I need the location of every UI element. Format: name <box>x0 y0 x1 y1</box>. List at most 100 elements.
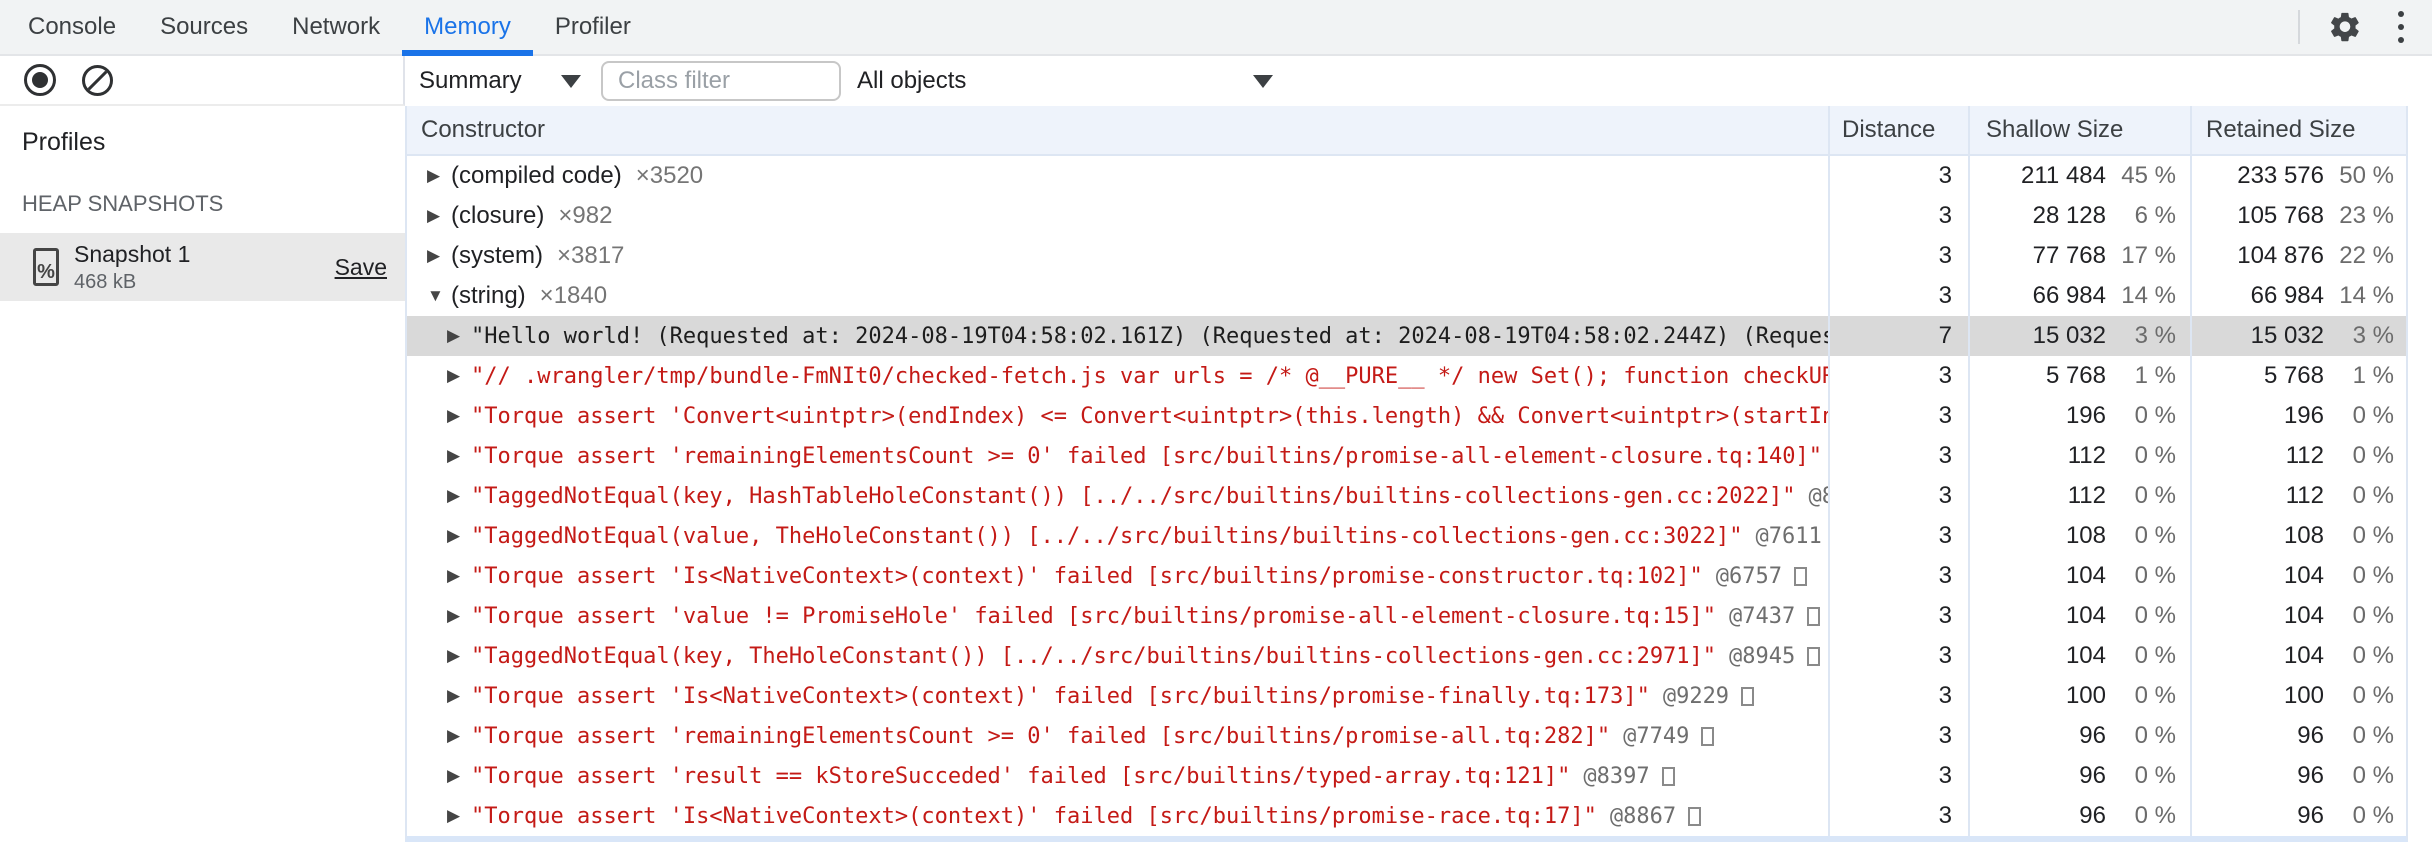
disclosure-triangle-icon[interactable] <box>447 446 467 466</box>
shallow-bytes: 28 128 <box>2032 202 2106 229</box>
retained-size-cell: 5 768 1 % <box>2192 356 2406 396</box>
column-header-shallow-size[interactable]: Shallow Size <box>1970 106 2192 154</box>
clear-profiles-icon[interactable] <box>82 64 113 96</box>
perspective-select[interactable]: Summary <box>419 67 581 95</box>
retained-size-cell: 104 0 % <box>2192 636 2406 676</box>
retained-percent: 3 % <box>2352 322 2394 349</box>
tab-sources[interactable]: Sources <box>138 0 270 54</box>
retained-percent: 0 % <box>2352 402 2394 429</box>
record-heap-snapshot-icon[interactable] <box>24 64 56 96</box>
tab-memory[interactable]: Memory <box>402 0 533 56</box>
retained-percent: 22 % <box>2339 242 2394 269</box>
string-value: "Hello world! (Requested at: 2024-08-19T… <box>471 323 1830 349</box>
retained-size-cell: 104 876 22 % <box>2192 236 2406 276</box>
distance-cell: 3 <box>1830 796 1970 836</box>
disclosure-triangle-icon[interactable] <box>447 366 467 386</box>
more-vertical-icon[interactable] <box>2390 7 2412 47</box>
retained-bytes: 104 <box>2283 602 2324 629</box>
shallow-bytes: 66 984 <box>2032 282 2106 309</box>
disclosure-triangle-icon[interactable] <box>447 486 467 506</box>
retained-size-cell: 96 0 % <box>2192 796 2406 836</box>
table-row[interactable]: "Torque assert 'remainingElementsCount >… <box>407 436 2406 476</box>
box-glyph-icon <box>1701 726 1715 746</box>
shallow-percent: 0 % <box>2134 722 2176 749</box>
disclosure-triangle-icon[interactable] <box>427 286 447 306</box>
retained-size-cell: 96 0 % <box>2192 756 2406 796</box>
retained-bytes: 105 768 <box>2237 202 2324 229</box>
table-row[interactable]: "// .wrangler/tmp/bundle-FmNIt0/checked-… <box>407 356 2406 396</box>
retained-size-cell: 104 0 % <box>2192 556 2406 596</box>
shallow-percent: 0 % <box>2134 642 2176 669</box>
instance-count: ×3817 <box>557 242 625 269</box>
column-header-constructor[interactable]: Constructor <box>407 106 1830 154</box>
table-row[interactable]: "Torque assert 'Is<NativeContext>(contex… <box>407 676 2406 716</box>
table-row[interactable]: "Torque assert 'result == kStoreSucceded… <box>407 756 2406 796</box>
disclosure-triangle-icon[interactable] <box>427 166 447 186</box>
retained-percent: 23 % <box>2339 202 2394 229</box>
distance-cell: 3 <box>1830 516 1970 556</box>
distance-cell: 7 <box>1830 316 1970 356</box>
disclosure-triangle-icon[interactable] <box>447 326 467 346</box>
shallow-size-cell: 66 984 14 % <box>1970 276 2192 316</box>
table-row[interactable]: (string) ×1840 3 66 984 14 % 66 984 14 % <box>407 276 2406 316</box>
sidebar-item-snapshot-1[interactable]: Snapshot 1 468 kB Save <box>0 233 405 301</box>
shallow-size-cell: 96 0 % <box>1970 796 2192 836</box>
disclosure-triangle-icon[interactable] <box>447 606 467 626</box>
table-row[interactable]: "TaggedNotEqual(key, HashTableHoleConsta… <box>407 476 2406 516</box>
column-header-retained-size[interactable]: Retained Size <box>2192 106 2406 154</box>
tab-network[interactable]: Network <box>270 0 402 54</box>
string-value: "// .wrangler/tmp/bundle-FmNIt0/checked-… <box>471 363 1830 389</box>
object-id: @7437 <box>1729 603 1796 629</box>
disclosure-triangle-icon[interactable] <box>447 766 467 786</box>
table-row[interactable]: "Torque assert 'Is<NativeContext>(contex… <box>407 796 2406 836</box>
table-row[interactable]: "Torque assert 'Convert<uintptr>(endInde… <box>407 396 2406 436</box>
table-row[interactable]: "TaggedNotEqual(key, TheHoleConstant()) … <box>407 636 2406 676</box>
instance-count: ×3520 <box>635 162 704 189</box>
retained-size-cell: 100 0 % <box>2192 676 2406 716</box>
box-glyph-icon <box>1741 686 1755 706</box>
shallow-size-cell: 15 032 3 % <box>1970 316 2192 356</box>
constructor-cell: "// .wrangler/tmp/bundle-FmNIt0/checked-… <box>407 356 1830 396</box>
string-value: "Torque assert 'remainingElementsCount >… <box>471 443 1823 469</box>
disclosure-triangle-icon[interactable] <box>447 686 467 706</box>
table-row[interactable]: (system) ×3817 3 77 768 17 % 104 876 22 … <box>407 236 2406 276</box>
table-row[interactable]: "Hello world! (Requested at: 2024-08-19T… <box>407 316 2406 356</box>
object-id: @7611 <box>1755 523 1822 549</box>
retained-bytes: 112 <box>2285 442 2324 469</box>
toolbar-divider <box>2298 10 2300 44</box>
constructor-cell: (string) ×1840 <box>407 276 1830 316</box>
distance-cell: 3 <box>1830 156 1970 196</box>
table-row[interactable]: (closure) ×982 3 28 128 6 % 105 768 23 % <box>407 196 2406 236</box>
table-row[interactable]: "Torque assert 'remainingElementsCount >… <box>407 716 2406 756</box>
string-value: "Torque assert 'remainingElementsCount >… <box>471 723 1611 749</box>
table-row[interactable]: "TaggedNotEqual(value, TheHoleConstant()… <box>407 516 2406 556</box>
table-row[interactable]: "Torque assert 'value != PromiseHole' fa… <box>407 596 2406 636</box>
settings-gear-icon[interactable] <box>2328 10 2362 44</box>
disclosure-triangle-icon[interactable] <box>447 806 467 826</box>
table-row[interactable]: (compiled code) ×3520 3 211 484 45 % 233… <box>407 156 2406 196</box>
table-row[interactable]: "Torque assert 'Is<NativeContext>(contex… <box>407 556 2406 596</box>
distance-cell: 3 <box>1830 356 1970 396</box>
disclosure-triangle-icon[interactable] <box>447 646 467 666</box>
tabbar-right-controls <box>2298 0 2432 54</box>
disclosure-triangle-icon[interactable] <box>447 566 467 586</box>
tab-console[interactable]: Console <box>6 0 138 54</box>
class-filter-input[interactable] <box>601 61 841 101</box>
snapshot-meta: Snapshot 1 468 kB <box>74 241 190 294</box>
disclosure-triangle-icon[interactable] <box>447 406 467 426</box>
distance-cell: 3 <box>1830 556 1970 596</box>
distance-cell: 3 <box>1830 396 1970 436</box>
save-snapshot-link[interactable]: Save <box>335 254 387 281</box>
column-header-distance[interactable]: Distance <box>1830 106 1970 154</box>
shallow-percent: 0 % <box>2134 802 2176 829</box>
shallow-percent: 0 % <box>2134 762 2176 789</box>
retained-percent: 0 % <box>2352 682 2394 709</box>
objects-scope-select[interactable]: All objects <box>857 67 1273 95</box>
disclosure-triangle-icon[interactable] <box>447 526 467 546</box>
constructor-cell: "Torque assert 'Is<NativeContext>(contex… <box>407 796 1830 836</box>
disclosure-triangle-icon[interactable] <box>447 726 467 746</box>
disclosure-triangle-icon[interactable] <box>427 206 447 226</box>
snapshot-size: 468 kB <box>74 270 137 293</box>
tab-profiler[interactable]: Profiler <box>533 0 653 54</box>
disclosure-triangle-icon[interactable] <box>427 246 447 266</box>
